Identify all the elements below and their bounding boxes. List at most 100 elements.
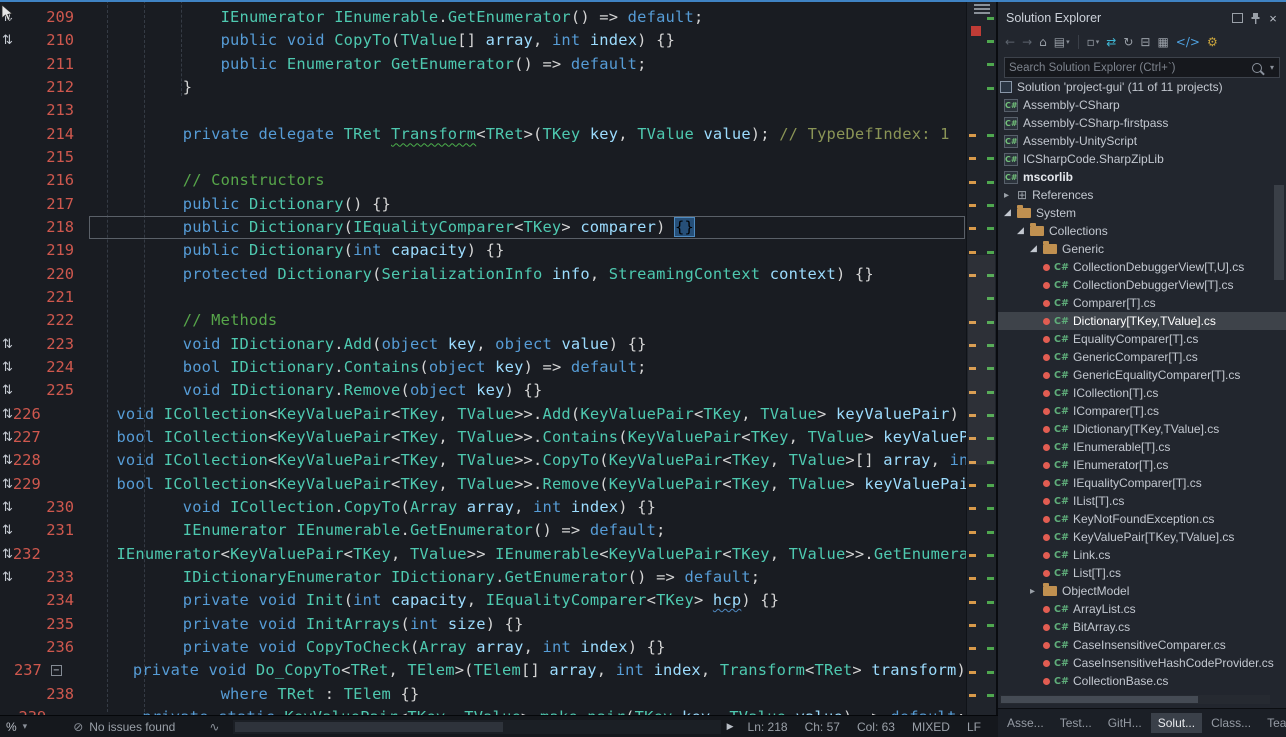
implements-interface-icon[interactable]: ⇅ (0, 543, 13, 566)
code-line[interactable]: ⇅231 IEnumerator IEnumerable.GetEnumerat… (0, 519, 966, 542)
line-number[interactable]: 229 (13, 473, 41, 496)
line-number[interactable]: 218 (28, 216, 74, 239)
code-line[interactable]: 220 protected Dictionary(SerializationIn… (0, 263, 966, 286)
line-number[interactable]: 214 (28, 123, 74, 146)
window-position-icon[interactable] (1228, 10, 1246, 26)
implements-interface-icon[interactable]: ⇅ (0, 29, 28, 52)
code-line[interactable]: 234 private void Init(int capacity, IEqu… (0, 589, 966, 612)
search-input[interactable] (1005, 62, 1252, 74)
tree-item[interactable]: C#IComparer[T].cs (998, 402, 1286, 420)
code-line[interactable]: 212 } (0, 76, 966, 99)
line-number[interactable]: 228 (13, 449, 41, 472)
line-number[interactable]: 223 (28, 333, 74, 356)
panel-tab-class[interactable]: Class... (1204, 713, 1258, 733)
navigate-back-icon[interactable]: ← (1002, 33, 1018, 51)
horizontal-scrollbar-thumb[interactable] (235, 722, 503, 732)
implements-interface-icon[interactable]: ⇅ (0, 496, 28, 519)
collapse-all-icon[interactable]: ⊟ (1137, 33, 1153, 51)
tree-item[interactable]: C#CollectionDebuggerView[T].cs (998, 276, 1286, 294)
scroll-right-arrow[interactable]: ▶ (727, 722, 734, 732)
line-number[interactable]: 212 (28, 76, 74, 99)
code-line[interactable]: ⇅225 void IDictionary.Remove(object key)… (0, 379, 966, 402)
chevron-expanded-icon[interactable]: ◢ (1017, 226, 1030, 236)
implements-interface-icon[interactable]: ⇅ (0, 379, 28, 402)
code-line[interactable]: ⇅210 public void CopyTo(TValue[] array, … (0, 29, 966, 52)
tree-horizontal-scrollbar-thumb[interactable] (1001, 696, 1198, 703)
search-dropdown-icon[interactable]: ▾ (1270, 63, 1274, 72)
tree-item[interactable]: C#CaseInsensitiveHashCodeProvider.cs (998, 654, 1286, 672)
code-line[interactable]: 238 where TRet : TElem {} (0, 683, 966, 706)
line-number[interactable]: 220 (28, 263, 74, 286)
line-number[interactable]: 222 (28, 309, 74, 332)
panel-tab-solut[interactable]: Solut... (1151, 713, 1202, 733)
tree-item[interactable]: C#Link.cs (998, 546, 1286, 564)
line-number[interactable]: 209 (28, 6, 74, 29)
line-number[interactable]: 233 (28, 566, 74, 589)
implements-interface-icon[interactable]: ⇅ (0, 426, 13, 449)
tree-item[interactable]: ◢Collections (998, 222, 1286, 240)
line-number[interactable]: 227 (13, 426, 41, 449)
tree-item[interactable]: C#List[T].cs (998, 564, 1286, 582)
implements-interface-icon[interactable]: ⇅ (0, 333, 28, 356)
code-line[interactable]: 211 public Enumerator GetEnumerator() =>… (0, 53, 966, 76)
tree-item[interactable]: ◢Generic (998, 240, 1286, 258)
tree-item[interactable]: C#IEqualityComparer[T].cs (998, 474, 1286, 492)
line-ending-indicator[interactable]: LF (967, 720, 981, 734)
panel-tab-tea[interactable]: Tea... (1260, 713, 1286, 733)
home-icon[interactable]: ⌂ (1036, 33, 1050, 51)
code-line[interactable]: ⇅227 bool ICollection<KeyValuePair<TKey,… (0, 426, 966, 449)
tree-item[interactable]: ▸⊞References (998, 186, 1286, 204)
document-health-indicator[interactable]: ⊘ No issues found (73, 720, 175, 734)
line-number[interactable]: 235 (28, 613, 74, 636)
code-line[interactable]: 213 (0, 99, 966, 122)
tree-item[interactable]: C#EqualityComparer[T].cs (998, 330, 1286, 348)
split-editor-handle[interactable] (974, 4, 990, 14)
tree-vertical-scrollbar-thumb[interactable] (1274, 185, 1284, 280)
tree-item[interactable]: C#IEnumerator[T].cs (998, 456, 1286, 474)
code-line[interactable]: 235 private void InitArrays(int size) {} (0, 613, 966, 636)
code-line[interactable]: 219 public Dictionary(int capacity) {} (0, 239, 966, 262)
tree-item[interactable]: C#CaseInsensitiveComparer.cs (998, 636, 1286, 654)
tree-item[interactable]: C#CollectionBase.cs (998, 672, 1286, 690)
code-line[interactable]: ⇅224 bool IDictionary.Contains(object ke… (0, 356, 966, 379)
tree-item[interactable]: C#CollectionDebuggerView[T,U].cs (998, 258, 1286, 276)
fold-collapse-button[interactable]: − (51, 665, 62, 676)
code-line[interactable]: ⇅228 void ICollection<KeyValuePair<TKey,… (0, 449, 966, 472)
implements-interface-icon[interactable]: ⇅ (0, 473, 13, 496)
code-editor[interactable]: ⇅209 IEnumerator IEnumerable.GetEnumerat… (0, 0, 966, 715)
chevron-collapsed-icon[interactable]: ▸ (1004, 190, 1017, 201)
line-number[interactable]: 219 (28, 239, 74, 262)
view-code-icon[interactable]: </> (1173, 33, 1203, 51)
code-line[interactable]: 222 // Methods (0, 309, 966, 332)
tree-item[interactable]: C#KeyValuePair[TKey,TValue].cs (998, 528, 1286, 546)
tree-horizontal-scrollbar[interactable] (1000, 695, 1270, 704)
tree-item[interactable]: C#Dictionary[TKey,TValue].cs (998, 312, 1286, 330)
implements-interface-icon[interactable]: ⇅ (0, 356, 28, 379)
code-line[interactable]: 218 public Dictionary(IEqualityComparer<… (0, 216, 966, 239)
code-line[interactable]: 216 // Constructors (0, 169, 966, 192)
tree-item[interactable]: C#Assembly-CSharp-firstpass (998, 114, 1286, 132)
chevron-collapsed-icon[interactable]: ▸ (1030, 586, 1043, 597)
line-number[interactable]: 224 (28, 356, 74, 379)
line-number[interactable]: 211 (28, 53, 74, 76)
properties-icon[interactable]: ⚙ (1204, 33, 1221, 51)
code-line[interactable]: ⇅232 IEnumerator<KeyValuePair<TKey, TVal… (0, 543, 966, 566)
code-line[interactable]: 236 private void CopyToCheck(Array array… (0, 636, 966, 659)
tree-item[interactable]: C#GenericEqualityComparer[T].cs (998, 366, 1286, 384)
navigate-forward-icon[interactable]: → (1019, 33, 1035, 51)
chevron-expanded-icon[interactable]: ◢ (1004, 208, 1017, 218)
char-indicator[interactable]: Ch: 57 (805, 720, 840, 734)
line-number[interactable]: 225 (28, 379, 74, 402)
column-indicator[interactable]: Col: 63 (857, 720, 895, 734)
line-number[interactable]: 221 (28, 286, 74, 309)
scrollbar-thumb[interactable] (968, 255, 995, 465)
code-line[interactable]: 239 private static KeyValuePair<TKey, TV… (0, 706, 966, 715)
implements-interface-icon[interactable]: ⇅ (0, 519, 28, 542)
line-number[interactable]: 230 (28, 496, 74, 519)
tree-item[interactable]: C#IEnumerable[T].cs (998, 438, 1286, 456)
line-number[interactable]: 237 (14, 659, 42, 682)
tree-item[interactable]: C#Assembly-CSharp (998, 96, 1286, 114)
line-number[interactable]: 210 (28, 29, 74, 52)
code-line[interactable]: ⇅229 bool ICollection<KeyValuePair<TKey,… (0, 473, 966, 496)
tree-item[interactable]: C#ICollection[T].cs (998, 384, 1286, 402)
